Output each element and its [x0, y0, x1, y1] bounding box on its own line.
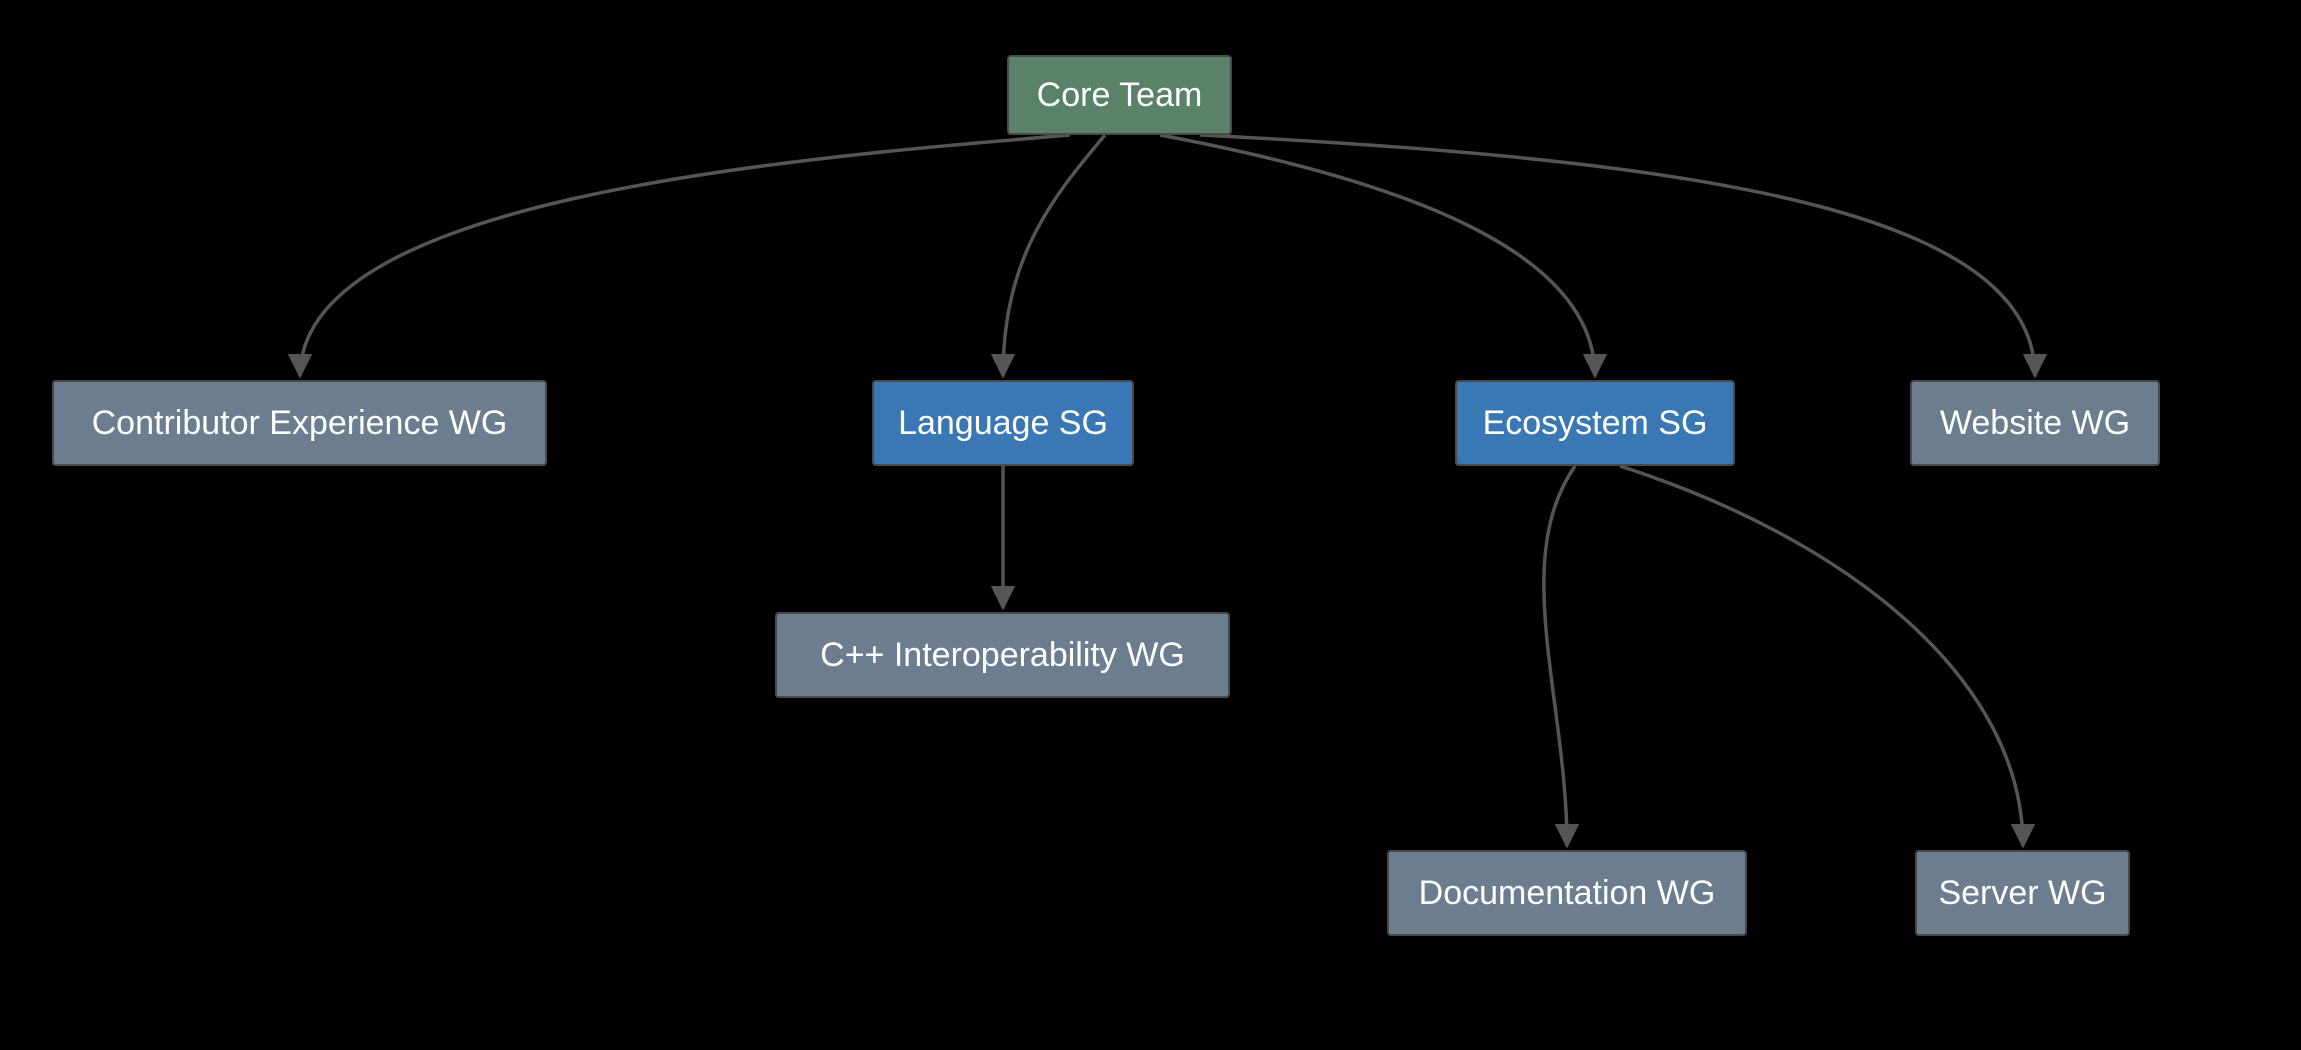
- edge-core-to-ecosystem: [1160, 135, 1595, 376]
- edge-core-to-website: [1200, 135, 2035, 376]
- edge-core-to-contrib: [300, 135, 1070, 376]
- node-label: Ecosystem SG: [1483, 404, 1708, 443]
- edge-core-to-language: [1003, 135, 1105, 376]
- edge-ecosystem-to-server: [1620, 466, 2023, 846]
- node-core-team: Core Team: [1007, 55, 1232, 135]
- node-website-wg: Website WG: [1910, 380, 2160, 466]
- node-label: Website WG: [1940, 404, 2130, 443]
- node-cpp-interop-wg: C++ Interoperability WG: [775, 612, 1230, 698]
- node-ecosystem-sg: Ecosystem SG: [1455, 380, 1735, 466]
- node-label: Contributor Experience WG: [92, 404, 508, 443]
- node-contributor-experience-wg: Contributor Experience WG: [52, 380, 547, 466]
- node-label: C++ Interoperability WG: [820, 636, 1185, 675]
- node-documentation-wg: Documentation WG: [1387, 850, 1747, 936]
- org-chart-canvas: Core Team Contributor Experience WG Lang…: [0, 0, 2301, 1050]
- node-language-sg: Language SG: [872, 380, 1134, 466]
- node-label: Core Team: [1037, 76, 1203, 115]
- edge-ecosystem-to-docs: [1544, 466, 1575, 846]
- node-label: Server WG: [1938, 874, 2106, 913]
- node-label: Language SG: [898, 404, 1108, 443]
- node-label: Documentation WG: [1419, 874, 1716, 913]
- node-server-wg: Server WG: [1915, 850, 2130, 936]
